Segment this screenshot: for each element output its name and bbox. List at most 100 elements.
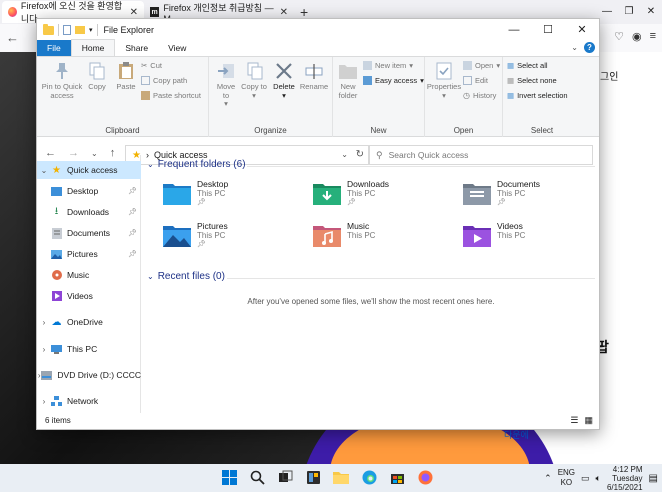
properties-qat-icon[interactable] [63,25,71,35]
folder-tile-pictures[interactable]: Pictures This PC 📌︎ [163,221,303,259]
tab-home[interactable]: Home [70,39,116,56]
chevron-down-icon[interactable]: ⌄ [571,43,578,52]
button-label: New item [375,61,407,70]
select-none-button[interactable]: ▦ Select none [507,76,557,85]
back-arrow-icon[interactable]: ← [6,30,19,45]
chevron-down-icon[interactable]: ⌄ [147,160,154,169]
invert-selection-button[interactable]: ▦ Invert selection [507,91,568,100]
close-tab-icon[interactable]: ✕ [130,7,138,18]
invert-selection-icon: ▦ [507,91,515,100]
language-indicator[interactable]: ENG KO [558,468,575,488]
rename-button[interactable]: Rename [299,61,329,92]
history-button[interactable]: ◷ History [463,91,496,100]
delete-button[interactable]: Delete ▾ [271,61,297,100]
search-icon[interactable] [248,468,266,486]
pin-icon[interactable]: 📌︎ [128,187,137,195]
start-icon[interactable] [220,468,238,486]
close-tab-icon[interactable]: ✕ [280,7,288,18]
clock[interactable]: 4:12 PM Tuesday 6/15/2021 [607,465,643,492]
button-label: Cut [150,61,162,70]
chevron-right-icon[interactable]: › [37,397,51,406]
volume-icon[interactable]: 🔈︎ [596,473,601,484]
chevron-down-icon[interactable]: ⌄ [147,272,154,281]
move-to-button[interactable]: Move to ▾ [213,61,239,109]
tab-view[interactable]: View [158,40,196,56]
chevron-down-icon: ▾ [282,90,286,100]
folder-tile-music[interactable]: Music This PC [313,221,453,259]
file-explorer-taskbar-icon[interactable] [332,468,350,486]
details-view-icon[interactable]: ☰ [570,415,578,426]
copy-to-button[interactable]: Copy to ▾ [241,61,267,100]
tile-location: This PC [497,189,526,198]
sidebar-item-videos[interactable]: Videos [37,287,141,305]
sidebar-item-downloads[interactable]: ⭳ Downloads 📌︎ [37,203,141,221]
pin-icon[interactable]: 📌︎ [128,250,137,258]
restore-button[interactable]: ❐ [618,0,640,24]
open-button[interactable]: Open ▾ [463,61,500,70]
close-button[interactable]: ✕ [640,0,662,24]
large-icons-view-icon[interactable]: ▦ [584,415,593,426]
edge-icon[interactable] [360,468,378,486]
properties-button[interactable]: Properties ▾ [427,61,461,100]
sidebar-item-pictures[interactable]: Pictures 📌︎ [37,245,141,263]
new-item-button[interactable]: New item ▾ [363,61,413,70]
chevron-right-icon[interactable]: › [37,345,51,354]
folder-tile-documents[interactable]: Documents This PC 📌︎ [463,179,599,217]
firefox-taskbar-icon[interactable] [416,468,434,486]
minimize-button[interactable]: — [497,19,531,41]
sidebar-item-this-pc[interactable]: › This PC [37,340,141,358]
pocket-icon[interactable]: ♡ [614,30,624,43]
folder-tile-desktop[interactable]: Desktop This PC 📌︎ [163,179,303,217]
tile-location: This PC [197,231,226,240]
tray-chevron-icon[interactable]: ⌃ [544,473,552,484]
sidebar-item-music[interactable]: Music [37,266,141,284]
clock-date: 6/15/2021 [606,482,643,492]
task-view-icon[interactable] [276,468,294,486]
pin-icon[interactable]: 📌︎ [128,208,137,216]
chevron-right-icon[interactable]: › [37,318,51,327]
chevron-down-icon: ▾ [496,61,501,70]
folder-tile-videos[interactable]: Videos This PC [463,221,599,259]
recent-files-header[interactable]: ⌄ Recent files (0) [147,271,225,282]
cut-button[interactable]: ✂ Cut [141,61,162,70]
maximize-button[interactable]: ☐ [531,19,565,41]
sidebar-item-network[interactable]: › Network [37,392,141,410]
open-icon [463,61,472,70]
folder-tile-downloads[interactable]: Downloads This PC 📌︎ [313,179,453,217]
copy-path-icon [141,76,150,85]
sidebar-item-dvd-drive[interactable]: › DVD Drive (D:) CCCC [37,366,141,384]
chevron-down-icon[interactable]: ⌄ [37,166,51,175]
sidebar-item-onedrive[interactable]: › ☁ OneDrive [37,313,141,331]
sidebar-item-quick-access[interactable]: ⌄ ★ Quick access [37,161,141,179]
paste-shortcut-button[interactable]: Paste shortcut [141,91,201,100]
copy-path-button[interactable]: Copy path [141,76,187,85]
menu-icon[interactable]: ≡ [650,30,656,43]
pin-icon[interactable]: 📌︎ [128,229,137,237]
copy-button[interactable]: Copy [85,61,109,92]
easy-access-button[interactable]: Easy access ▾ [363,76,424,85]
edit-button[interactable]: Edit [463,76,488,85]
select-group: ▦ Select all ▦ Select none ▦ Invert selecti… [503,57,581,137]
select-all-button[interactable]: ▦ Select all [507,61,548,70]
pin-quick-access-button[interactable]: Pin to Quick access [41,61,83,100]
button-label: Invert selection [517,91,568,100]
sidebar-item-documents[interactable]: Documents 📌︎ [37,224,141,242]
network-tray-icon[interactable]: ▭ [581,473,590,484]
new-folder-button[interactable]: New folder [335,61,361,100]
frequent-folders-header[interactable]: ⌄ Frequent folders (6) [147,159,246,170]
chevron-down-icon[interactable]: ▾ [89,26,93,34]
help-icon[interactable]: ? [584,42,595,53]
widgets-icon[interactable] [304,468,322,486]
tab-share[interactable]: Share [115,40,158,56]
network-icon [51,396,62,407]
notification-icon[interactable]: ▤ [649,473,658,484]
account-icon[interactable]: ◉ [632,30,642,43]
tile-name: Downloads [347,179,390,189]
close-button[interactable]: ✕ [565,19,599,41]
tab-file[interactable]: File [37,40,71,56]
store-icon[interactable] [388,468,406,486]
sidebar-item-desktop[interactable]: Desktop 📌︎ [37,182,141,200]
divider [247,166,595,167]
paste-button[interactable]: Paste [113,61,139,92]
new-folder-qat-icon[interactable] [75,26,85,34]
